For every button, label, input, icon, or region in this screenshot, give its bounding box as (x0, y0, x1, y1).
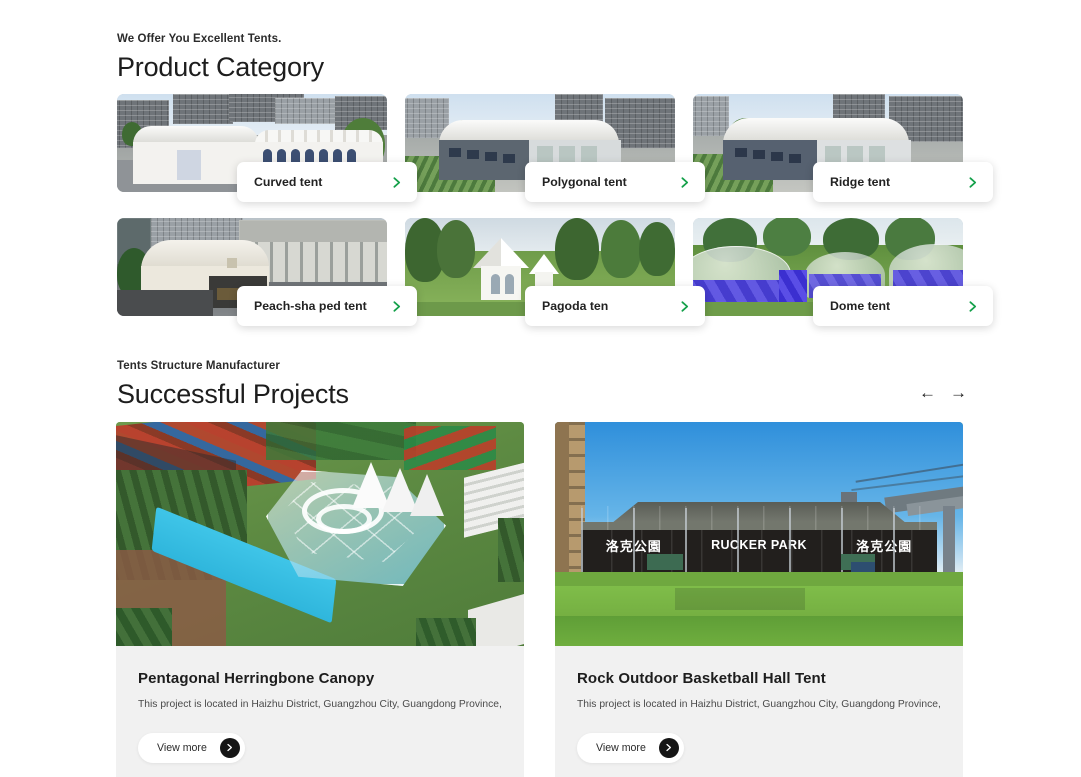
project-description: This project is located in Haizhu Distri… (577, 699, 941, 710)
chevron-right-icon (969, 176, 977, 188)
carousel-arrows: ← → (919, 384, 967, 401)
view-more-label: View more (596, 741, 646, 754)
product-label-text: Polygonal tent (542, 175, 627, 189)
arrow-right-icon[interactable]: → (950, 384, 967, 401)
product-card-pagoda-tent[interactable]: Pagoda ten (405, 218, 705, 326)
product-label-peach-shaped-tent[interactable]: Peach-sha ped tent (237, 286, 417, 326)
chevron-right-circle-icon (658, 737, 679, 758)
product-row-2: Peach-sha ped tent Pagoda ten Dome tent (117, 218, 993, 342)
project-image-pentagonal-herringbone-canopy (116, 422, 524, 646)
projects-header: Tents Structure Manufacturer Successful … (117, 360, 967, 412)
product-heading: Product Category (117, 52, 324, 82)
product-category-header: We Offer You Excellent Tents. Product Ca… (117, 33, 967, 85)
product-category-grid: Curved tent Polygonal tent Ridge tent Pe… (117, 94, 993, 342)
chevron-right-icon (681, 300, 689, 312)
projects-list: Pentagonal Herringbone Canopy This proje… (116, 422, 964, 777)
project-body: Rock Outdoor Basketball Hall Tent This p… (555, 646, 963, 777)
product-card-peach-shaped-tent[interactable]: Peach-sha ped tent (117, 218, 417, 326)
product-label-text: Peach-sha ped tent (254, 299, 367, 313)
arrow-left-icon[interactable]: ← (919, 384, 936, 401)
product-card-dome-tent[interactable]: Dome tent (693, 218, 993, 326)
view-more-button[interactable]: View more (577, 732, 684, 763)
project-title: Rock Outdoor Basketball Hall Tent (577, 670, 826, 687)
product-card-ridge-tent[interactable]: Ridge tent (693, 94, 993, 202)
chevron-right-icon (393, 300, 401, 312)
product-label-text: Dome tent (830, 299, 891, 313)
product-label-polygonal-tent[interactable]: Polygonal tent (525, 162, 705, 202)
chevron-right-icon (969, 300, 977, 312)
product-label-ridge-tent[interactable]: Ridge tent (813, 162, 993, 202)
view-more-button[interactable]: View more (138, 732, 245, 763)
page-root: We Offer You Excellent Tents. Product Ca… (0, 0, 1081, 777)
project-card-pentagonal-herringbone-canopy[interactable]: Pentagonal Herringbone Canopy This proje… (116, 422, 524, 777)
product-label-text: Pagoda ten (542, 299, 609, 313)
product-label-curved-tent[interactable]: Curved tent (237, 162, 417, 202)
product-card-curved-tent[interactable]: Curved tent (117, 94, 417, 202)
project-body: Pentagonal Herringbone Canopy This proje… (116, 646, 524, 777)
chevron-right-circle-icon (219, 737, 240, 758)
product-label-pagoda-tent[interactable]: Pagoda ten (525, 286, 705, 326)
project-image-rock-outdoor-basketball-hall-tent: 洛克公園 RUCKER PARK 洛克公園 (555, 422, 963, 646)
view-more-label: View more (157, 741, 207, 754)
product-label-text: Curved tent (254, 175, 323, 189)
project-description: This project is located in Haizhu Distri… (138, 699, 502, 710)
chevron-right-icon (681, 176, 689, 188)
projects-heading: Successful Projects (117, 379, 349, 409)
product-label-dome-tent[interactable]: Dome tent (813, 286, 993, 326)
product-card-polygonal-tent[interactable]: Polygonal tent (405, 94, 705, 202)
projects-eyebrow: Tents Structure Manufacturer (117, 360, 280, 372)
project-title: Pentagonal Herringbone Canopy (138, 670, 375, 687)
chevron-right-icon (393, 176, 401, 188)
product-eyebrow: We Offer You Excellent Tents. (117, 33, 282, 45)
product-row-1: Curved tent Polygonal tent Ridge tent (117, 94, 993, 218)
project-card-rock-outdoor-basketball-hall-tent[interactable]: 洛克公園 RUCKER PARK 洛克公園 (555, 422, 963, 777)
product-label-text: Ridge tent (830, 175, 891, 189)
